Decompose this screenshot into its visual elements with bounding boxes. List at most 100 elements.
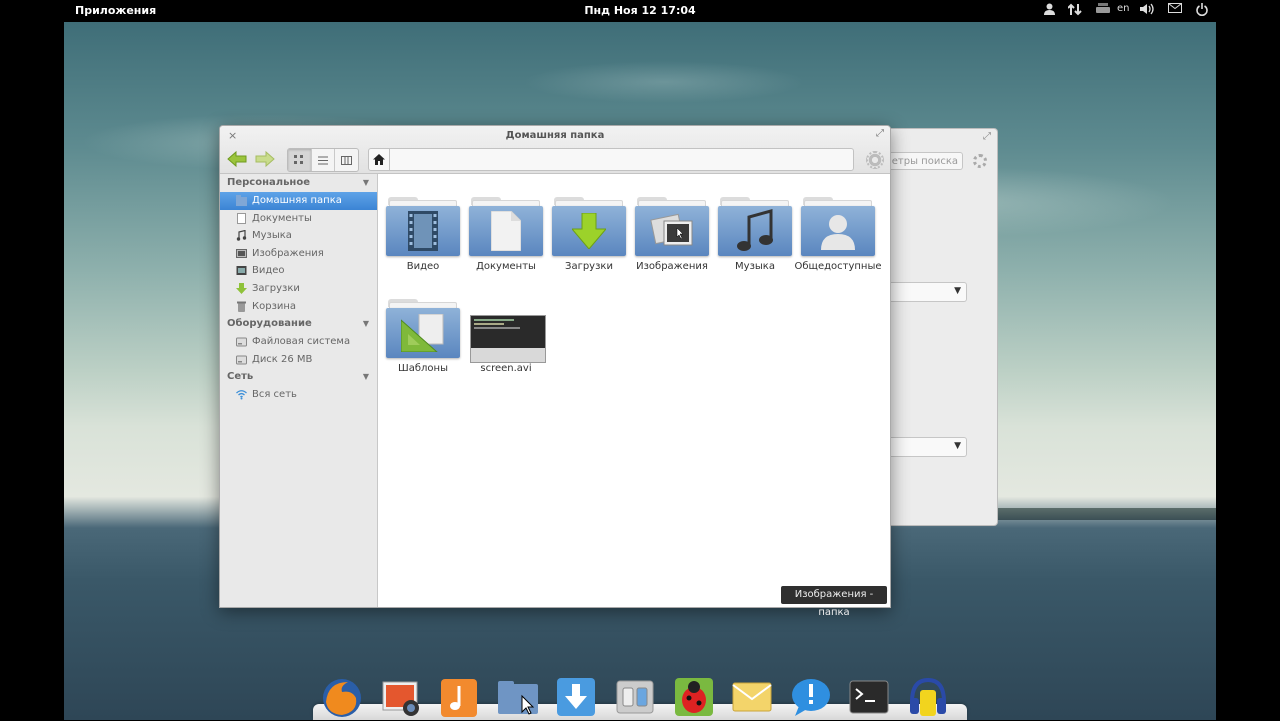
list-icon	[318, 156, 328, 164]
dropdown-1[interactable]: ▼	[889, 282, 967, 302]
sidebar-item[interactable]: Музыка	[220, 227, 377, 245]
sidebar-item[interactable]: Изображения	[220, 245, 377, 263]
network-transfer-icon[interactable]	[1067, 3, 1082, 19]
sidebar-item[interactable]: Видео	[220, 262, 377, 280]
home-breadcrumb[interactable]	[369, 149, 390, 170]
sidebar-item[interactable]: Корзина	[220, 298, 377, 316]
drive-icon	[236, 337, 247, 347]
gear-icon[interactable]	[866, 151, 884, 169]
forward-button[interactable]	[255, 150, 275, 168]
sidebar-section-header[interactable]: Оборудование ▼	[220, 315, 377, 333]
settings-icon[interactable]	[613, 676, 657, 718]
document-icon	[237, 212, 246, 224]
sidebar-item-label: Музыка	[252, 230, 292, 242]
list-view-button[interactable]	[312, 149, 336, 171]
download-icon	[236, 282, 247, 294]
titlebar[interactable]: × Домашняя папка ⤢	[220, 126, 890, 174]
chevron-down-icon[interactable]: ▼	[363, 315, 369, 333]
public-folder-icon	[801, 195, 875, 257]
dropdown-2[interactable]: ▼	[889, 437, 967, 457]
sidebar-item[interactable]: Загрузки	[220, 280, 377, 298]
messaging-icon[interactable]	[789, 676, 833, 718]
mail-indicator-icon[interactable]	[1168, 3, 1182, 16]
music-player-icon[interactable]	[437, 676, 481, 718]
trash-icon	[237, 301, 246, 312]
window-title: Домашняя папка	[505, 130, 605, 141]
sidebar-section-title: Сеть	[227, 371, 254, 383]
file-manager-window: × Домашняя папка ⤢ Персональное ▼ Домашн…	[219, 125, 891, 608]
sidebar-item-label: Видео	[252, 265, 285, 277]
drive-icon	[236, 355, 247, 365]
volume-icon[interactable]	[1140, 3, 1155, 18]
maximize-icon[interactable]: ⤢	[876, 128, 884, 139]
sidebar-section-title: Оборудование	[227, 318, 312, 330]
chevron-down-icon: ▼	[954, 286, 961, 296]
bug-tracker-icon[interactable]	[672, 676, 716, 718]
sidebar-item-label: Изображения	[252, 247, 324, 259]
wifi-icon	[236, 390, 247, 400]
image-icon	[236, 248, 247, 258]
user-icon[interactable]	[1044, 3, 1055, 18]
panel-clock[interactable]: Пнд Ноя 12 17:04	[0, 4, 1280, 17]
sidebar-item-label: Домашняя папка	[252, 195, 342, 206]
file-name: Музыка	[735, 261, 775, 272]
chevron-down-icon[interactable]: ▼	[363, 368, 369, 386]
file-name: screen.avi	[480, 363, 532, 374]
sidebar-item[interactable]: Вся сеть	[220, 386, 377, 404]
video-thumbnail	[470, 315, 546, 363]
sidebar: Персональное ▼ Домашняя папка Документы Музы…	[220, 174, 378, 607]
audio-icon[interactable]	[906, 676, 950, 718]
search-options-field[interactable]: етры поиска	[889, 152, 963, 170]
home-folder-icon	[236, 195, 247, 206]
file-name: Загрузки	[565, 261, 613, 272]
firefox-icon[interactable]	[320, 676, 364, 718]
sidebar-item[interactable]: Диск 26 MB	[220, 351, 377, 369]
video-icon	[236, 266, 247, 276]
column-view-button[interactable]	[335, 149, 358, 171]
music-icon	[236, 230, 247, 241]
sidebar-item-label: Корзина	[252, 300, 297, 312]
file-name: Шаблоны	[398, 363, 448, 374]
sidebar-item[interactable]: Домашняя папка	[220, 192, 377, 210]
sidebar-item[interactable]: Документы	[220, 210, 377, 228]
file-name: Документы	[476, 261, 536, 272]
downloads-icon[interactable]	[554, 676, 598, 718]
sidebar-item-label: Документы	[252, 212, 312, 224]
documents-folder-icon	[469, 195, 543, 257]
top-panel: Приложения Пнд Ноя 12 17:04 en	[0, 0, 1280, 22]
mail-icon[interactable]	[730, 676, 774, 718]
sidebar-item-label: Загрузки	[252, 282, 300, 294]
view-switcher	[287, 148, 359, 172]
maximize-icon[interactable]: ⤢	[983, 131, 991, 142]
templates-folder-icon	[386, 297, 460, 359]
gear-icon[interactable]	[973, 154, 987, 168]
sidebar-item-label: Диск 26 MB	[252, 353, 313, 365]
tooltip: Изображения - папка	[781, 586, 887, 618]
sidebar-section-title: Персональное	[227, 177, 310, 188]
sidebar-item-label: Файловая система	[252, 336, 351, 348]
sidebar-item-label: Вся сеть	[252, 389, 297, 401]
video-folder-icon	[386, 195, 460, 257]
grid-icon	[294, 155, 304, 164]
keyboard-icon[interactable]	[1096, 3, 1110, 16]
file-name: Изображения	[636, 261, 708, 272]
file-name: Общедоступные	[794, 261, 882, 272]
location-bar[interactable]	[368, 148, 854, 171]
sidebar-section-header[interactable]: Персональное ▼	[220, 174, 377, 192]
photos-icon[interactable]	[379, 676, 423, 718]
sidebar-section-header[interactable]: Сеть ▼	[220, 368, 377, 386]
keyboard-layout[interactable]: en	[1117, 3, 1130, 14]
file-grid: Видео Документы Загрузки Изображения Музыка О…	[378, 174, 890, 607]
terminal-icon[interactable]	[847, 676, 891, 718]
downloads-folder-icon	[552, 195, 626, 257]
background-window[interactable]: ⤢ етры поиска ▼ ▼	[889, 128, 998, 526]
file-name: Видео	[406, 261, 440, 272]
arrow-left-icon	[227, 150, 247, 168]
home-icon	[373, 154, 385, 165]
back-button[interactable]	[227, 150, 247, 168]
power-icon[interactable]	[1196, 3, 1208, 19]
icon-view-button[interactable]	[288, 149, 312, 171]
files-icon[interactable]	[496, 676, 540, 718]
chevron-down-icon[interactable]: ▼	[363, 174, 369, 192]
sidebar-item[interactable]: Файловая система	[220, 333, 377, 351]
